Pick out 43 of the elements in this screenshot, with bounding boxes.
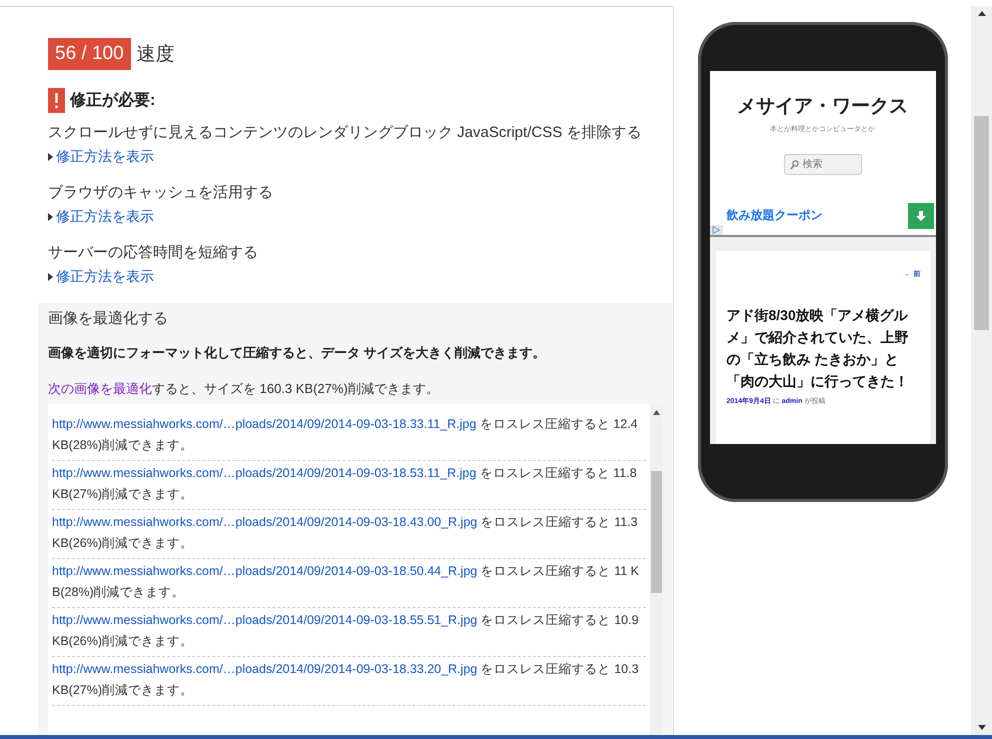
show-fix-link[interactable]: 修正方法を表示 bbox=[48, 208, 154, 226]
rule-title: ブラウザのキャッシュを活用する bbox=[48, 183, 274, 202]
rule-summary: 次の画像を最適化すると、サイズを 160.3 KB(27%)削減できます。 bbox=[48, 380, 440, 398]
url-item: http://www.messiahworks.com/…ploads/2014/09/2014-09-03-18.33.11_R.jpg をロスレス圧縮すると 12.4 KB(28%)削減できます。 bbox=[52, 412, 646, 461]
image-url-link[interactable]: http://www.messiahworks.com/…ploads/2014/09/2014-09-03-18.43.00_R.jpg bbox=[52, 515, 478, 529]
show-fix-link[interactable]: 修正方法を表示 bbox=[48, 268, 154, 286]
scroll-down-icon[interactable] bbox=[978, 725, 986, 730]
scroll-thumb[interactable] bbox=[651, 471, 662, 593]
image-url-link[interactable]: http://www.messiahworks.com/…ploads/2014/09/2014-09-03-18.33.11_R.jpg bbox=[52, 417, 476, 431]
down-arrow-icon bbox=[914, 210, 926, 222]
rule-title: スクロールせずに見えるコンテンツのレンダリングブロック JavaScript/CSS を排除する bbox=[48, 123, 642, 142]
ad-title: 飲み放題クーポン bbox=[726, 207, 822, 224]
post-title: アド街8/30放映「アメ横グルメ」で紹介されていた、上野の「立ち飲み たきおか」と「肉の大山」に行ってきた！ bbox=[726, 306, 910, 391]
score-label: 速度 bbox=[136, 43, 175, 67]
score-badge: 56 / 100 bbox=[48, 38, 131, 70]
image-url-link[interactable]: http://www.messiahworks.com/…ploads/2014/09/2014-09-03-18.55.51_R.jpg bbox=[52, 613, 478, 627]
page-scrollbar[interactable] bbox=[971, 6, 992, 735]
url-item: http://www.messiahworks.com/…ploads/2014/09/2014-09-03-18.33.20_R.jpg をロスレス圧縮すると 10.3 KB(27%)削減できます。 bbox=[52, 657, 646, 706]
scrollbar[interactable] bbox=[650, 404, 663, 735]
rule-title: サーバーの応答時間を短縮する bbox=[48, 243, 259, 262]
triangle-icon bbox=[48, 153, 53, 161]
url-item: http://www.messiahworks.com/…ploads/2014/09/2014-09-03-18.53.11_R.jpg をロスレス圧縮すると 11.8 KB(27%)削減できます。 bbox=[52, 461, 646, 510]
url-item: http://www.messiahworks.com/…ploads/2014/09/2014-09-03-18.50.44_R.jpg をロスレス圧縮すると 11 KB(28%)削減できます。 bbox=[52, 559, 646, 608]
site-title: メサイア・ワークス bbox=[737, 95, 908, 119]
ad-choice-icon bbox=[710, 225, 722, 235]
show-fix-link[interactable]: 修正方法を表示 bbox=[48, 148, 154, 166]
rule-description: 画像を適切にフォーマット化して圧縮すると、データ サイズを大きく削減できます。 bbox=[48, 344, 547, 362]
url-item: http://www.messiahworks.com/…ploads/2014/09/2014-09-03-18.43.00_R.jpg をロスレス圧縮すると 11.3 KB(26%)削減できます。 bbox=[52, 510, 646, 559]
download-button[interactable] bbox=[908, 203, 934, 229]
triangle-icon bbox=[48, 273, 53, 281]
ad-banner[interactable]: 飲み放題クーポン bbox=[710, 199, 936, 237]
summary-link[interactable]: 次の画像を最適化 bbox=[48, 381, 152, 396]
triangle-icon bbox=[48, 213, 53, 221]
url-item: http://www.messiahworks.com/…ploads/2014/09/2014-09-03-18.55.51_R.jpg をロスレス圧縮すると 10.9 KB(26%)削減できます。 bbox=[52, 608, 646, 657]
image-url-link[interactable]: http://www.messiahworks.com/…ploads/2014/09/2014-09-03-18.53.11_R.jpg bbox=[52, 466, 476, 480]
rule-title: 画像を最適化する bbox=[48, 309, 169, 328]
image-url-link[interactable]: http://www.messiahworks.com/…ploads/2014/09/2014-09-03-18.33.20_R.jpg bbox=[52, 662, 478, 676]
search-field[interactable]: 検索 bbox=[784, 154, 862, 175]
scroll-up-icon[interactable] bbox=[978, 11, 986, 16]
scroll-up-icon[interactable] bbox=[653, 410, 660, 415]
image-url-link[interactable]: http://www.messiahworks.com/…ploads/2014/09/2014-09-03-18.50.44_R.jpg bbox=[52, 564, 478, 578]
section-title: 修正が必要: bbox=[70, 90, 156, 111]
scroll-thumb[interactable] bbox=[974, 116, 989, 330]
